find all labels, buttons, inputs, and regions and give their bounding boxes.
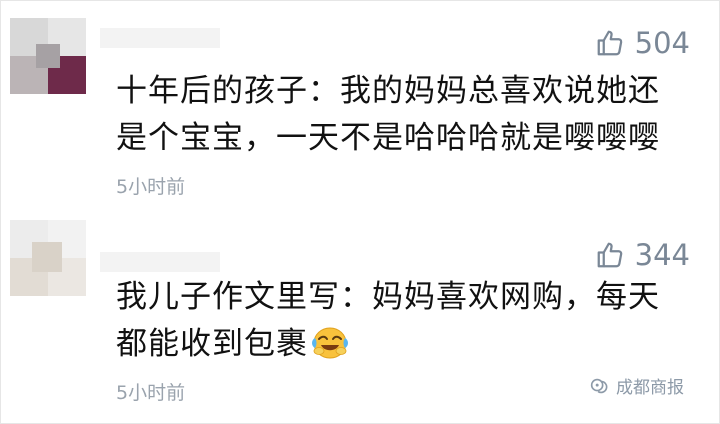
- avatar[interactable]: [10, 220, 86, 296]
- comment-text-line-2: 都能收到包裹: [116, 321, 696, 368]
- comment-text-fragment: 都能收到包裹: [116, 326, 308, 362]
- crying-laughing-face-icon: [312, 327, 348, 359]
- comment-text-line: 十年后的孩子：我的妈妈总喜欢说她还: [116, 73, 660, 109]
- like-count: 504: [634, 26, 690, 60]
- comment-timestamp: 5小时前: [116, 382, 186, 404]
- like-button[interactable]: 344: [595, 238, 690, 272]
- like-count: 344: [634, 238, 690, 272]
- avatar[interactable]: [10, 18, 86, 94]
- thumbs-up-icon: [597, 30, 622, 56]
- comment-text-line: 是个宝宝，一天不是哈哈哈就是嘤嘤嘤: [116, 120, 660, 156]
- wechat-official-icon: [590, 378, 608, 393]
- watermark-label: 成都商报: [616, 378, 684, 398]
- watermark: 成都商报: [588, 373, 684, 398]
- username-blurred[interactable]: [100, 252, 220, 272]
- comment-timestamp: 5小时前: [116, 176, 186, 198]
- thumbs-up-icon: [597, 242, 622, 268]
- comment-text-line: 我儿子作文里写：妈妈喜欢网购，每天: [116, 279, 660, 315]
- comment-text: 十年后的孩子：我的妈妈总喜欢说她还 是个宝宝，一天不是哈哈哈就是嘤嘤嘤: [116, 68, 696, 162]
- comment-text: 我儿子作文里写：妈妈喜欢网购，每天 都能收到包裹: [116, 274, 696, 368]
- like-button[interactable]: 504: [595, 26, 690, 60]
- username-blurred[interactable]: [100, 28, 220, 48]
- comment-item: 504 十年后的孩子：我的妈妈总喜欢说她还 是个宝宝，一天不是哈哈哈就是嘤嘤嘤 …: [0, 0, 720, 212]
